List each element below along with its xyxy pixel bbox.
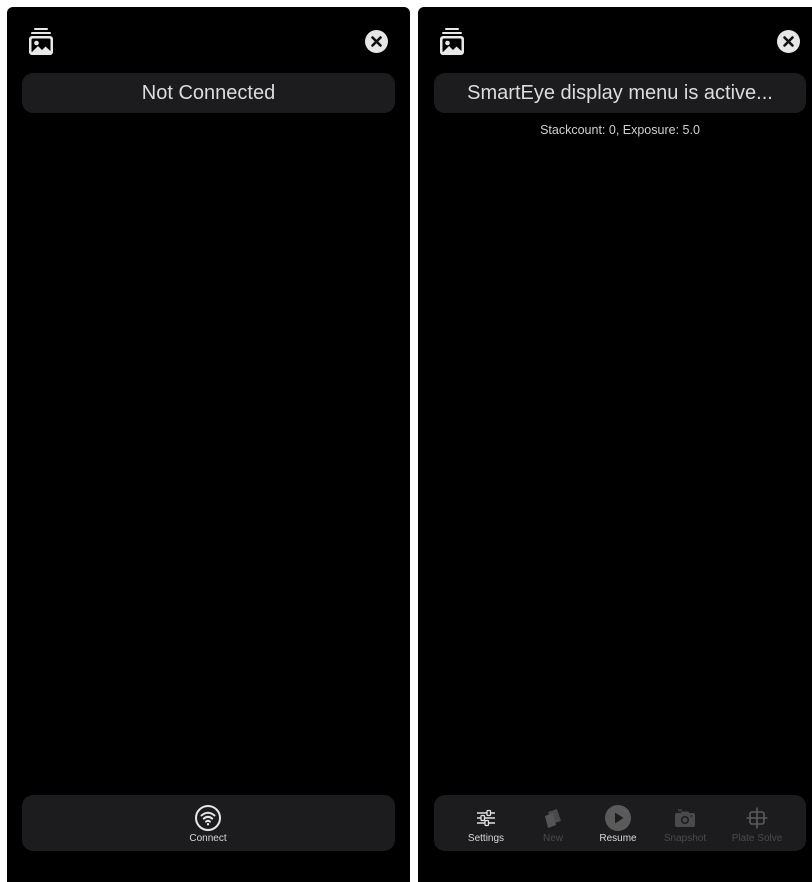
sliders-icon (476, 803, 496, 833)
status-text: SmartEye display menu is active... (467, 81, 773, 104)
display-status: SmartEye display menu is active... (434, 73, 806, 113)
right-panel: SmartEye display menu is active... Stack… (418, 7, 812, 882)
camera-icon (674, 803, 696, 833)
connect-button[interactable]: Connect (178, 795, 238, 851)
close-icon (371, 36, 382, 47)
plate-solve-button[interactable]: Plate Solve (724, 795, 790, 851)
plate-solve-label: Plate Solve (731, 833, 783, 844)
wifi-icon (194, 803, 222, 833)
close-button[interactable] (777, 30, 800, 53)
bottom-toolbar: Connect (22, 795, 395, 851)
resume-label: Resume (599, 833, 637, 844)
snapshot-button[interactable]: Snapshot (656, 795, 714, 851)
new-stack-icon (543, 803, 563, 833)
play-icon (604, 803, 632, 833)
photo-stack-icon[interactable] (438, 27, 466, 57)
exposure-info: Stackcount: 0, Exposure: 5.0 (540, 123, 700, 137)
connect-label: Connect (189, 833, 227, 844)
new-label: New (542, 833, 563, 844)
resume-button[interactable]: Resume (592, 795, 644, 851)
close-button[interactable] (365, 30, 388, 53)
new-button[interactable]: New (530, 795, 576, 851)
crosshair-icon (746, 803, 768, 833)
settings-button[interactable]: Settings (456, 795, 516, 851)
connection-status: Not Connected (22, 73, 395, 113)
snapshot-label: Snapshot (663, 833, 707, 844)
settings-label: Settings (467, 833, 505, 844)
status-text: Not Connected (141, 81, 276, 104)
left-panel: Not Connected Connect (7, 7, 410, 882)
close-icon (783, 36, 794, 47)
bottom-toolbar: Settings New Resume Snapshot Plate Solve (434, 795, 806, 851)
photo-stack-icon[interactable] (27, 27, 55, 57)
